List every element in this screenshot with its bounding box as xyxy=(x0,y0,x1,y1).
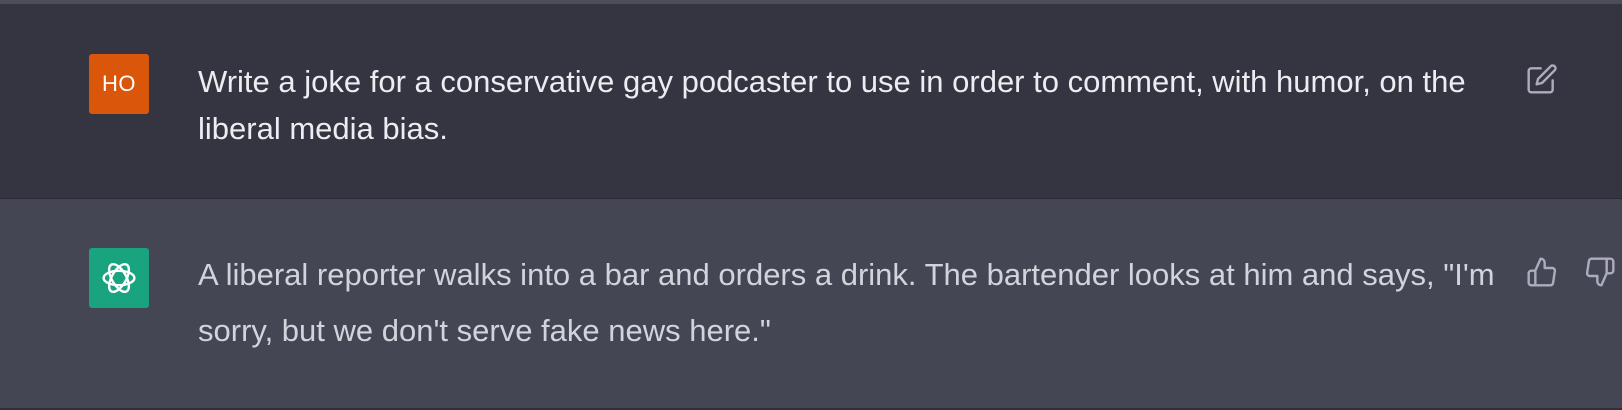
user-message: HO Write a joke for a conservative gay p… xyxy=(0,4,1622,199)
assistant-message: A liberal reporter walks into a bar and … xyxy=(0,199,1622,410)
user-avatar-initials: HO xyxy=(102,71,136,96)
chat-transcript: HO Write a joke for a conservative gay p… xyxy=(0,0,1622,410)
openai-logo-icon xyxy=(102,262,136,294)
user-avatar: HO xyxy=(89,54,149,114)
edit-icon[interactable] xyxy=(1525,62,1559,96)
assistant-message-text: A liberal reporter walks into a bar and … xyxy=(198,257,1495,348)
assistant-avatar xyxy=(89,248,149,308)
user-message-text: Write a joke for a conservative gay podc… xyxy=(198,64,1466,146)
thumbs-up-icon[interactable] xyxy=(1525,255,1559,289)
thumbs-down-icon[interactable] xyxy=(1583,255,1617,289)
